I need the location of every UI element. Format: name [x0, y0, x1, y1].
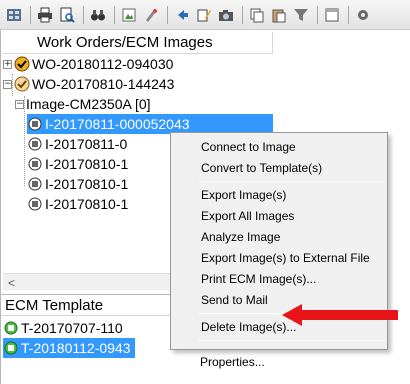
menu-item-convert-to-template[interactable]: Convert to Template(s)	[201, 158, 322, 178]
toolbar-separator	[242, 5, 243, 24]
image-file-icon	[27, 136, 43, 152]
tree-column-header[interactable]: Work Orders/ECM Images	[3, 32, 273, 54]
tree-item-label: Image-CM2350A [0]	[26, 96, 151, 112]
image-icon[interactable]	[119, 5, 139, 25]
menu-item-properties[interactable]: Properties...	[200, 352, 265, 372]
image-file-icon	[27, 196, 43, 212]
toolbar-separator	[83, 5, 84, 24]
ecm-item-label: T-20180112-0943	[21, 340, 131, 356]
menu-item-analyze-image[interactable]: Analyze Image	[201, 227, 280, 247]
paint-icon[interactable]	[141, 5, 161, 25]
menu-item-label: Export Image(s) to External File	[201, 251, 370, 265]
window-icon[interactable]	[322, 5, 342, 25]
menu-item-print-ecm-images[interactable]: Print ECM Image(s)...	[201, 269, 316, 289]
tree-header-label: Work Orders/ECM Images	[37, 34, 213, 51]
image-file-icon	[27, 176, 43, 192]
gear-icon[interactable]	[353, 5, 373, 25]
toolbar-separator	[30, 5, 31, 24]
ecm-template-item-selected[interactable]: T-20180112-0943	[3, 338, 135, 358]
binoculars-icon[interactable]	[88, 5, 108, 25]
menu-separator	[199, 340, 385, 341]
ecm-header-label: ECM Template	[5, 296, 104, 314]
toolbar-separator	[317, 5, 318, 24]
tree-item-work-order[interactable]: + WO-20180112-094030	[3, 54, 173, 74]
scroll-left-icon[interactable]: <	[3, 274, 20, 291]
menu-item-label: Properties...	[200, 355, 265, 369]
menu-item-export-to-external-file[interactable]: Export Image(s) to External File	[201, 248, 370, 268]
tree-item-label: WO-20170810-144243	[32, 76, 175, 92]
annotation-arrow-icon	[282, 304, 398, 326]
menu-item-export-all-images[interactable]: Export All Images	[201, 206, 294, 226]
tree-item-image[interactable]: I-20170810-1	[27, 174, 128, 194]
print-icon[interactable]	[35, 5, 55, 25]
tree-item-label: I-20170811-0	[45, 136, 128, 152]
copy-icon[interactable]	[247, 5, 267, 25]
tree-item-label: I-20170810-1	[45, 196, 129, 212]
tree-item-image[interactable]: I-20170811-0	[27, 134, 127, 154]
print-preview-icon[interactable]	[57, 5, 77, 25]
camera-icon[interactable]	[216, 5, 236, 25]
toolbar-separator	[114, 5, 115, 24]
tree-item-label: WO-20180112-094030	[32, 56, 174, 72]
template-icon	[3, 320, 19, 336]
menu-item-label: Analyze Image	[201, 230, 281, 244]
menu-item-label: Export All Images	[201, 209, 295, 223]
expand-icon[interactable]: +	[3, 59, 12, 69]
toolbar	[0, 0, 410, 30]
menu-item-label: Convert to Template(s)	[201, 161, 323, 175]
tree-item-image[interactable]: I-20170810-1	[27, 154, 128, 174]
menu-item-label: Connect to Image	[201, 140, 296, 154]
filter-icon[interactable]	[291, 5, 311, 25]
menu-item-label: Print ECM Image(s)...	[201, 272, 317, 286]
grid-icon[interactable]	[4, 5, 24, 25]
template-icon	[3, 340, 19, 356]
toolbar-separator	[167, 5, 168, 24]
work-order-icon	[14, 56, 30, 72]
toolbar-separator	[348, 5, 349, 24]
paste-icon[interactable]	[269, 5, 289, 25]
collapse-icon[interactable]: −	[15, 99, 24, 109]
menu-item-label: Export Image(s)	[201, 188, 287, 202]
tree-item-work-order[interactable]: − WO-20170810-144243	[3, 74, 174, 94]
ecm-item-label: T-20170707-110	[21, 320, 123, 336]
tree-item-image-selected[interactable]: I-20170811-000052043	[27, 114, 273, 134]
image-file-icon	[27, 156, 43, 172]
edit-icon[interactable]	[194, 5, 214, 25]
collapse-icon[interactable]: −	[3, 79, 12, 89]
menu-item-export-images[interactable]: Export Image(s)	[201, 185, 286, 205]
work-order-icon	[14, 76, 30, 92]
tree-item-image[interactable]: I-20170810-1	[27, 194, 128, 214]
menu-separator	[199, 181, 385, 182]
tree-item-label: I-20170810-1	[45, 176, 129, 192]
tree-item-image-folder[interactable]: − Image-CM2350A [0]	[15, 94, 151, 114]
tree-item-label: I-20170810-1	[45, 156, 129, 172]
tree-item-label: I-20170811-000052043	[45, 116, 190, 132]
menu-item-connect-to-image[interactable]: Connect to Image	[201, 137, 296, 157]
image-file-icon	[27, 116, 43, 132]
ecm-template-item[interactable]: T-20170707-110	[3, 318, 123, 338]
back-icon[interactable]	[172, 5, 192, 25]
menu-item-send-to-mail[interactable]: Send to Mail	[201, 290, 268, 310]
menu-item-label: Send to Mail	[201, 293, 268, 307]
